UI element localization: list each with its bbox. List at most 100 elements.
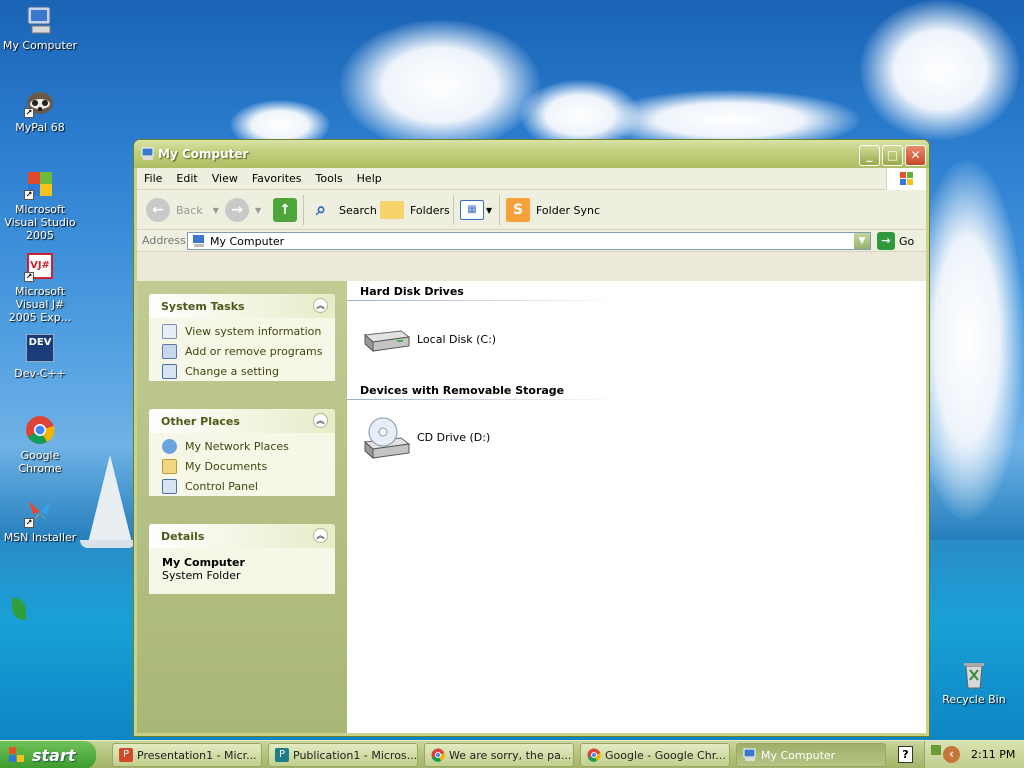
chevron-down-icon[interactable]: ▼ bbox=[255, 206, 261, 215]
collapse-chevron-icon[interactable]: ︽ bbox=[313, 413, 328, 428]
views-button[interactable]: ▦ ▼ bbox=[460, 197, 492, 223]
task-change-setting[interactable]: Change a setting bbox=[149, 361, 335, 381]
my-computer-icon bbox=[743, 748, 756, 761]
taskbar-item-publication1[interactable]: P Publication1 - Micros... bbox=[268, 743, 418, 767]
network-tray-icon[interactable] bbox=[931, 745, 941, 755]
search-label: Search bbox=[339, 203, 377, 217]
other-places-panel: Other Places ︽ My Network Places My Docum… bbox=[149, 409, 335, 496]
help-icon[interactable]: ? bbox=[898, 746, 913, 763]
sailboat-sail bbox=[88, 455, 132, 543]
menu-file[interactable]: File bbox=[137, 168, 169, 190]
start-label: start bbox=[32, 745, 76, 765]
desktop-icon-my-computer[interactable]: My Computer bbox=[0, 4, 80, 52]
folders-button[interactable]: Folders bbox=[380, 197, 450, 223]
address-input[interactable]: My Computer ▼ bbox=[187, 232, 871, 250]
chevron-down-icon[interactable]: ▼ bbox=[854, 233, 870, 249]
menu-view[interactable]: View bbox=[205, 168, 245, 190]
chevron-down-icon[interactable]: ▼ bbox=[213, 206, 219, 215]
panel-header[interactable]: Details ︽ bbox=[149, 524, 335, 548]
shortcut-arrow-icon: ↗ bbox=[24, 190, 34, 200]
desktop-icon-label: Recycle Bin bbox=[942, 693, 1006, 706]
views-grid-icon: ▦ bbox=[460, 200, 484, 220]
group-divider bbox=[347, 399, 622, 400]
group-header-removable-storage: Devices with Removable Storage bbox=[360, 384, 565, 397]
place-my-documents[interactable]: My Documents bbox=[149, 456, 335, 476]
drive-label: Local Disk (C:) bbox=[417, 332, 497, 346]
details-panel: Details ︽ My Computer System Folder bbox=[149, 524, 335, 594]
desktop-icon-visual-studio[interactable]: ↗ Microsoft Visual Studio 2005 bbox=[0, 168, 80, 242]
drive-label: CD Drive (D:) bbox=[417, 430, 491, 444]
place-my-network-places[interactable]: My Network Places bbox=[149, 436, 335, 456]
details-name: My Computer bbox=[162, 556, 245, 569]
control-panel-icon bbox=[162, 478, 177, 494]
collapse-chevron-icon[interactable]: ︽ bbox=[313, 528, 328, 543]
visual-jsharp-icon: VJ# ↗ bbox=[24, 250, 56, 282]
network-places-icon bbox=[162, 438, 177, 454]
go-arrow-icon: → bbox=[877, 232, 895, 250]
taskbar-item-presentation1[interactable]: P Presentation1 - Micr... bbox=[112, 743, 262, 767]
task-pane: System Tasks ︽ View system information Ad… bbox=[137, 281, 347, 733]
folders-label: Folders bbox=[410, 203, 450, 217]
task-view-system-information[interactable]: View system information bbox=[149, 321, 335, 341]
panel-title: System Tasks bbox=[161, 300, 245, 313]
maximize-button[interactable]: □ bbox=[882, 145, 903, 166]
panel-header[interactable]: Other Places ︽ bbox=[149, 409, 335, 433]
toolbar-separator bbox=[499, 195, 500, 225]
place-label: My Documents bbox=[185, 459, 268, 473]
desktop-icon-mypal[interactable]: ↗ MyPal 68 bbox=[0, 86, 80, 134]
task-label: Add or remove programs bbox=[185, 344, 323, 358]
desktop-icon-label: Dev-C++ bbox=[14, 367, 66, 380]
taskbar-item-chrome-sorry[interactable]: We are sorry, the pa... bbox=[424, 743, 574, 767]
taskbar-item-label: We are sorry, the pa... bbox=[449, 748, 572, 762]
windows-logo-icon bbox=[886, 168, 926, 190]
desktop-icon-label: MSN Installer bbox=[3, 531, 77, 544]
address-value: My Computer bbox=[210, 235, 285, 248]
add-remove-programs-icon bbox=[162, 343, 177, 359]
msn-butterfly-icon: ↗ bbox=[24, 496, 56, 528]
chevron-down-icon[interactable]: ▼ bbox=[486, 206, 492, 215]
forward-button[interactable]: → ▼ bbox=[225, 197, 261, 223]
search-button[interactable]: ⌕ Search bbox=[309, 197, 377, 223]
go-button[interactable]: → Go bbox=[877, 232, 914, 250]
drive-local-disk-c[interactable]: Local Disk (C:) bbox=[361, 325, 496, 353]
taskbar-item-google-chrome[interactable]: Google - Google Chr... bbox=[580, 743, 730, 767]
menu-help[interactable]: Help bbox=[350, 168, 389, 190]
file-list-pane[interactable]: Hard Disk Drives Local Disk (C:) Devices… bbox=[347, 281, 926, 733]
my-computer-icon bbox=[24, 4, 56, 36]
back-button[interactable]: ← Back ▼ bbox=[146, 197, 219, 223]
minimize-button[interactable]: _ bbox=[859, 145, 880, 166]
toolbar: ← Back ▼ → ▼ ↑ ⌕ Search Folders ▦ ▼ S Fo… bbox=[137, 190, 926, 230]
window-titlebar[interactable]: My Computer _ □ ✕ bbox=[134, 140, 929, 168]
start-button[interactable]: start bbox=[0, 741, 96, 768]
desktop-icon-label: Google Chrome bbox=[18, 449, 62, 475]
menu-favorites[interactable]: Favorites bbox=[245, 168, 309, 190]
desktop-icon-dev-cpp[interactable]: DEV Dev-C++ bbox=[0, 332, 80, 380]
desktop-icon-visual-jsharp[interactable]: VJ# ↗ Microsoft Visual J# 2005 Exp... bbox=[0, 250, 80, 324]
desktop-icon-recycle-bin[interactable]: Recycle Bin bbox=[934, 658, 1014, 706]
panel-header[interactable]: System Tasks ︽ bbox=[149, 294, 335, 318]
toolbar-separator bbox=[303, 195, 304, 225]
my-computer-icon bbox=[141, 147, 154, 160]
back-label: Back bbox=[176, 203, 203, 217]
chrome-icon bbox=[587, 748, 601, 762]
desktop-icon-msn-installer[interactable]: ↗ MSN Installer bbox=[0, 496, 80, 544]
my-computer-window[interactable]: My Computer _ □ ✕ File Edit View Favorites T… bbox=[133, 139, 930, 737]
dev-cpp-icon: DEV bbox=[24, 332, 56, 364]
taskbar-item-my-computer[interactable]: My Computer bbox=[736, 743, 886, 767]
place-control-panel[interactable]: Control Panel bbox=[149, 476, 335, 496]
task-add-remove-programs[interactable]: Add or remove programs bbox=[149, 341, 335, 361]
go-label: Go bbox=[899, 234, 915, 248]
close-button[interactable]: ✕ bbox=[905, 145, 926, 166]
expand-tray-chevron-icon[interactable]: ‹ bbox=[943, 746, 960, 763]
cd-drive-icon bbox=[363, 417, 411, 460]
drive-cd-d[interactable]: CD Drive (D:) bbox=[361, 414, 490, 460]
collapse-chevron-icon[interactable]: ︽ bbox=[313, 298, 328, 313]
folder-sync-button[interactable]: S Folder Sync bbox=[506, 197, 600, 223]
desktop-icon-google-chrome[interactable]: Google Chrome bbox=[0, 414, 80, 475]
up-folder-button[interactable]: ↑ bbox=[273, 197, 303, 223]
cloud bbox=[860, 0, 1020, 140]
menu-edit[interactable]: Edit bbox=[169, 168, 204, 190]
menu-tools[interactable]: Tools bbox=[309, 168, 350, 190]
menu-bar: File Edit View Favorites Tools Help bbox=[137, 168, 926, 190]
task-label: Change a setting bbox=[185, 364, 279, 378]
